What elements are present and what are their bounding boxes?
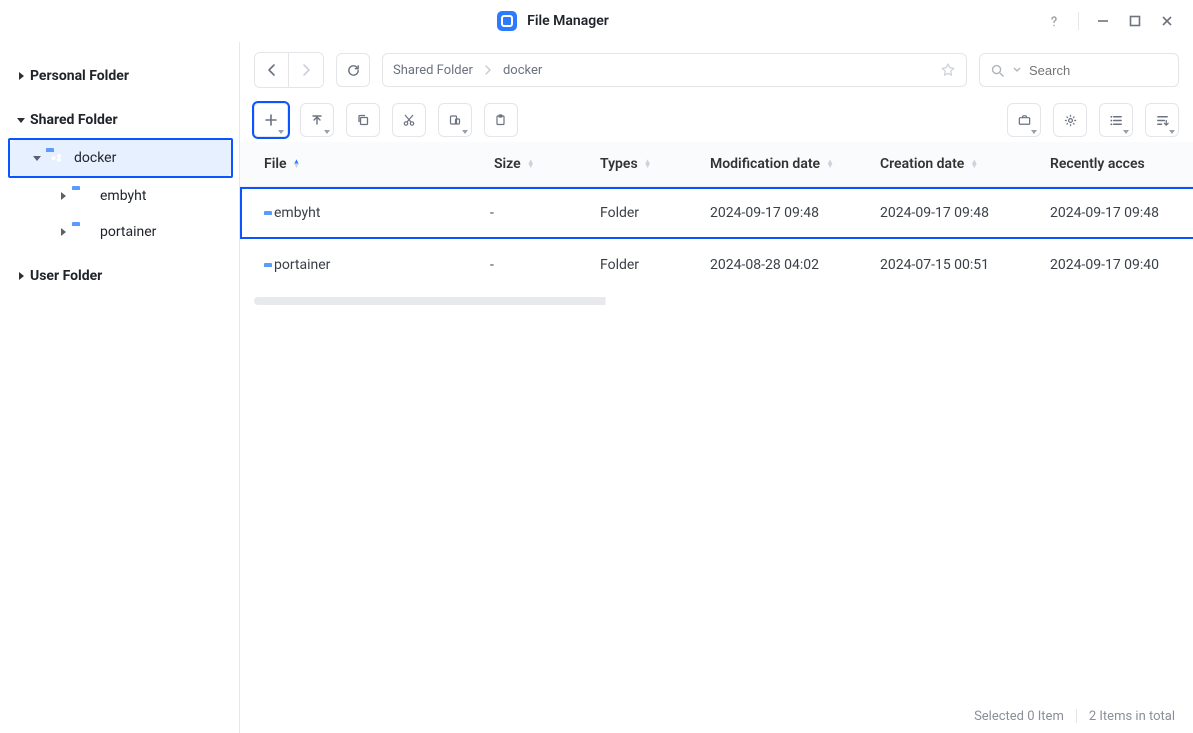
table-header-row: File ▲▼ Size ▲▼ Types ▲▼ Modification xyxy=(240,142,1193,187)
dropdown-caret-icon xyxy=(1013,66,1021,74)
dropdown-caret-icon xyxy=(278,130,284,134)
file-table: File ▲▼ Size ▲▼ Types ▲▼ Modification xyxy=(240,142,1193,699)
search-box[interactable] xyxy=(979,53,1179,87)
file-name: embyht xyxy=(274,205,320,221)
refresh-button[interactable] xyxy=(336,53,370,87)
titlebar-controls xyxy=(1046,12,1193,30)
chevron-right-icon xyxy=(483,65,493,75)
folder-share-icon xyxy=(46,150,66,166)
sort-icon: ▲▼ xyxy=(527,160,535,168)
caret-down-icon xyxy=(12,115,30,125)
file-name: portainer xyxy=(274,257,330,273)
view-list-button[interactable] xyxy=(1099,103,1133,137)
sort-button[interactable] xyxy=(1145,103,1179,137)
status-total: 2 Items in total xyxy=(1089,709,1175,724)
caret-right-icon xyxy=(54,191,72,201)
caret-right-icon xyxy=(12,271,30,281)
help-button[interactable] xyxy=(1046,13,1062,29)
app-icon xyxy=(497,11,517,31)
toolbox-button[interactable] xyxy=(1007,103,1041,137)
file-created: 2024-09-17 09:48 xyxy=(870,187,1040,240)
nav-back-button[interactable] xyxy=(255,53,289,87)
status-selected: Selected 0 Item xyxy=(974,709,1064,724)
dropdown-caret-icon xyxy=(1123,130,1129,134)
separator xyxy=(1076,709,1077,723)
column-header-creation[interactable]: Creation date ▲▼ xyxy=(870,142,1040,187)
column-header-size[interactable]: Size ▲▼ xyxy=(480,142,590,187)
sidebar-item-personal-folder[interactable]: Personal Folder xyxy=(8,58,231,94)
separator xyxy=(1078,12,1079,30)
sidebar-item-label: embyht xyxy=(100,188,146,204)
dropdown-caret-icon xyxy=(462,130,468,134)
file-accessed: 2024-09-17 09:40 xyxy=(1040,239,1190,291)
file-created: 2024-07-15 00:51 xyxy=(870,239,1040,291)
sidebar-item-docker[interactable]: docker xyxy=(10,140,231,176)
breadcrumb: Shared Folder docker xyxy=(382,53,967,87)
paste-into-button[interactable] xyxy=(438,103,472,137)
titlebar-center: File Manager xyxy=(60,11,1046,31)
sidebar-item-shared-folder[interactable]: Shared Folder xyxy=(8,102,231,138)
highlight-annotation: docker xyxy=(8,138,233,178)
new-button[interactable] xyxy=(254,103,288,137)
sidebar-item-user-folder[interactable]: User Folder xyxy=(8,258,231,294)
sort-icon: ▲▼ xyxy=(644,160,652,168)
sidebar-item-portainer[interactable]: portainer xyxy=(8,214,231,250)
dropdown-caret-icon xyxy=(1031,130,1037,134)
column-header-access[interactable]: Recently acces xyxy=(1040,142,1190,187)
caret-right-icon xyxy=(54,227,72,237)
minimize-button[interactable] xyxy=(1095,13,1111,29)
topbar: Shared Folder docker xyxy=(240,42,1193,98)
copy-button[interactable] xyxy=(346,103,380,137)
toolbar xyxy=(240,98,1193,142)
sidebar: Personal Folder Shared Folder docker xyxy=(0,42,240,733)
table-row[interactable]: portainer -Folder2024-08-28 04:022024-07-… xyxy=(240,239,1193,291)
folder-icon xyxy=(72,224,92,240)
file-type: Folder xyxy=(590,187,700,240)
maximize-button[interactable] xyxy=(1127,13,1143,29)
dropdown-caret-icon xyxy=(1169,130,1175,134)
paste-button[interactable] xyxy=(484,103,518,137)
file-type: Folder xyxy=(590,239,700,291)
file-modified: 2024-09-17 09:48 xyxy=(700,187,870,240)
app-title: File Manager xyxy=(527,13,609,29)
file-size: - xyxy=(480,239,590,291)
sort-icon: ▲▼ xyxy=(826,160,834,168)
favorite-star-button[interactable] xyxy=(940,62,956,78)
upload-button[interactable] xyxy=(300,103,334,137)
column-header-modification[interactable]: Modification date ▲▼ xyxy=(700,142,870,187)
sidebar-item-label: portainer xyxy=(100,224,156,240)
column-header-types[interactable]: Types ▲▼ xyxy=(590,142,700,187)
sidebar-item-label: Personal Folder xyxy=(30,68,129,84)
nav-forward-button[interactable] xyxy=(289,53,323,87)
search-icon xyxy=(990,63,1005,78)
sort-icon: ▲▼ xyxy=(970,160,978,168)
breadcrumb-root[interactable]: Shared Folder xyxy=(393,63,473,78)
table-row[interactable]: embyht-Folder2024-09-17 09:482024-09-17 … xyxy=(240,187,1193,240)
caret-down-icon xyxy=(28,153,46,163)
horizontal-scrollbar[interactable] xyxy=(254,297,1179,305)
column-header-file[interactable]: File ▲▼ xyxy=(240,142,480,187)
sort-icon: ▲▼ xyxy=(293,160,301,168)
sidebar-item-label: Shared Folder xyxy=(30,112,118,128)
file-size: - xyxy=(480,187,590,240)
file-modified: 2024-08-28 04:02 xyxy=(700,239,870,291)
sidebar-item-label: User Folder xyxy=(30,268,102,284)
search-input[interactable] xyxy=(1029,63,1193,78)
caret-right-icon xyxy=(12,71,30,81)
folder-icon xyxy=(72,188,92,204)
titlebar: File Manager xyxy=(0,0,1193,42)
nav-back-forward xyxy=(254,52,324,88)
breadcrumb-current[interactable]: docker xyxy=(503,63,542,78)
cut-button[interactable] xyxy=(392,103,426,137)
close-button[interactable] xyxy=(1159,13,1175,29)
sidebar-item-label: docker xyxy=(74,150,116,166)
dropdown-caret-icon xyxy=(324,130,330,134)
settings-button[interactable] xyxy=(1053,103,1087,137)
sidebar-item-embyht[interactable]: embyht xyxy=(8,178,231,214)
file-accessed: 2024-09-17 09:48 xyxy=(1040,187,1190,240)
statusbar: Selected 0 Item 2 Items in total xyxy=(240,699,1193,733)
